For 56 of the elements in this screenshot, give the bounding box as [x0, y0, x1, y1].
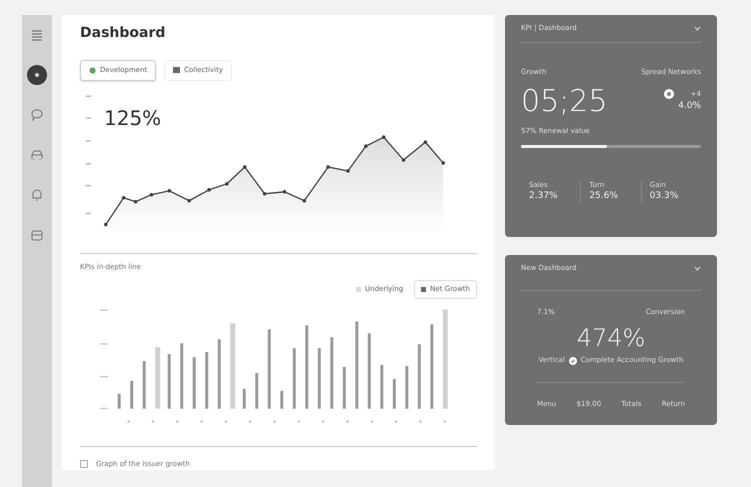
target-icon: [664, 89, 674, 99]
stat-value: 25.6%: [589, 190, 619, 203]
bar: [242, 388, 246, 408]
legend-swatch-icon: [356, 286, 362, 292]
tick-mark: [100, 342, 108, 344]
bar: [418, 344, 421, 408]
big-value: 05;25: [521, 85, 608, 118]
bar: [330, 336, 334, 408]
tick-mark: [298, 420, 300, 422]
status-dot-icon: [89, 66, 96, 74]
chevron-icon[interactable]: [694, 26, 701, 31]
page-title: Dashboard: [80, 24, 166, 43]
bar: [130, 380, 134, 408]
badge-value: 4.0%: [678, 100, 701, 112]
tick-mark: [444, 420, 446, 422]
chevron-icon[interactable]: [694, 266, 701, 271]
tick-mark: [322, 420, 324, 422]
stat-value: 03.3%: [650, 190, 680, 203]
tick-mark: [176, 420, 178, 422]
tick-mark: [100, 375, 108, 377]
checkbox[interactable]: [80, 460, 88, 468]
bar: [118, 393, 121, 408]
tick-mark: [419, 420, 422, 422]
tick-mark: [346, 420, 348, 422]
bar: [318, 348, 321, 408]
check-icon: [568, 356, 577, 365]
bar: [142, 360, 146, 408]
tick-mark: [200, 420, 203, 422]
legend-swatch-icon: [421, 286, 426, 292]
tick-mark: [100, 407, 108, 409]
tick-mark: [100, 308, 108, 310]
bar: [342, 366, 346, 408]
user-icon[interactable]: [27, 65, 47, 85]
tick-mark: [128, 420, 130, 422]
tick-mark: [274, 420, 276, 422]
big-value: 474%: [576, 325, 646, 352]
tick-mark: [395, 420, 398, 422]
bar: [218, 338, 221, 408]
bar: [192, 356, 196, 408]
bar: [168, 354, 171, 408]
bar: [205, 352, 208, 408]
headline-value: 125%: [104, 104, 162, 132]
tick-mark: [224, 420, 227, 422]
tick-mark: [152, 420, 154, 422]
bar: [392, 378, 396, 408]
stat-value: 2.37%: [529, 190, 559, 203]
bar: [155, 346, 160, 408]
bar: [292, 348, 296, 408]
tick-mark: [249, 420, 252, 422]
bar: [380, 364, 384, 408]
bar: [405, 366, 408, 408]
tick-mark: [370, 420, 373, 422]
bar: [180, 342, 184, 408]
bar: [255, 372, 258, 408]
bar: [280, 390, 284, 408]
grid-icon: [173, 67, 180, 74]
